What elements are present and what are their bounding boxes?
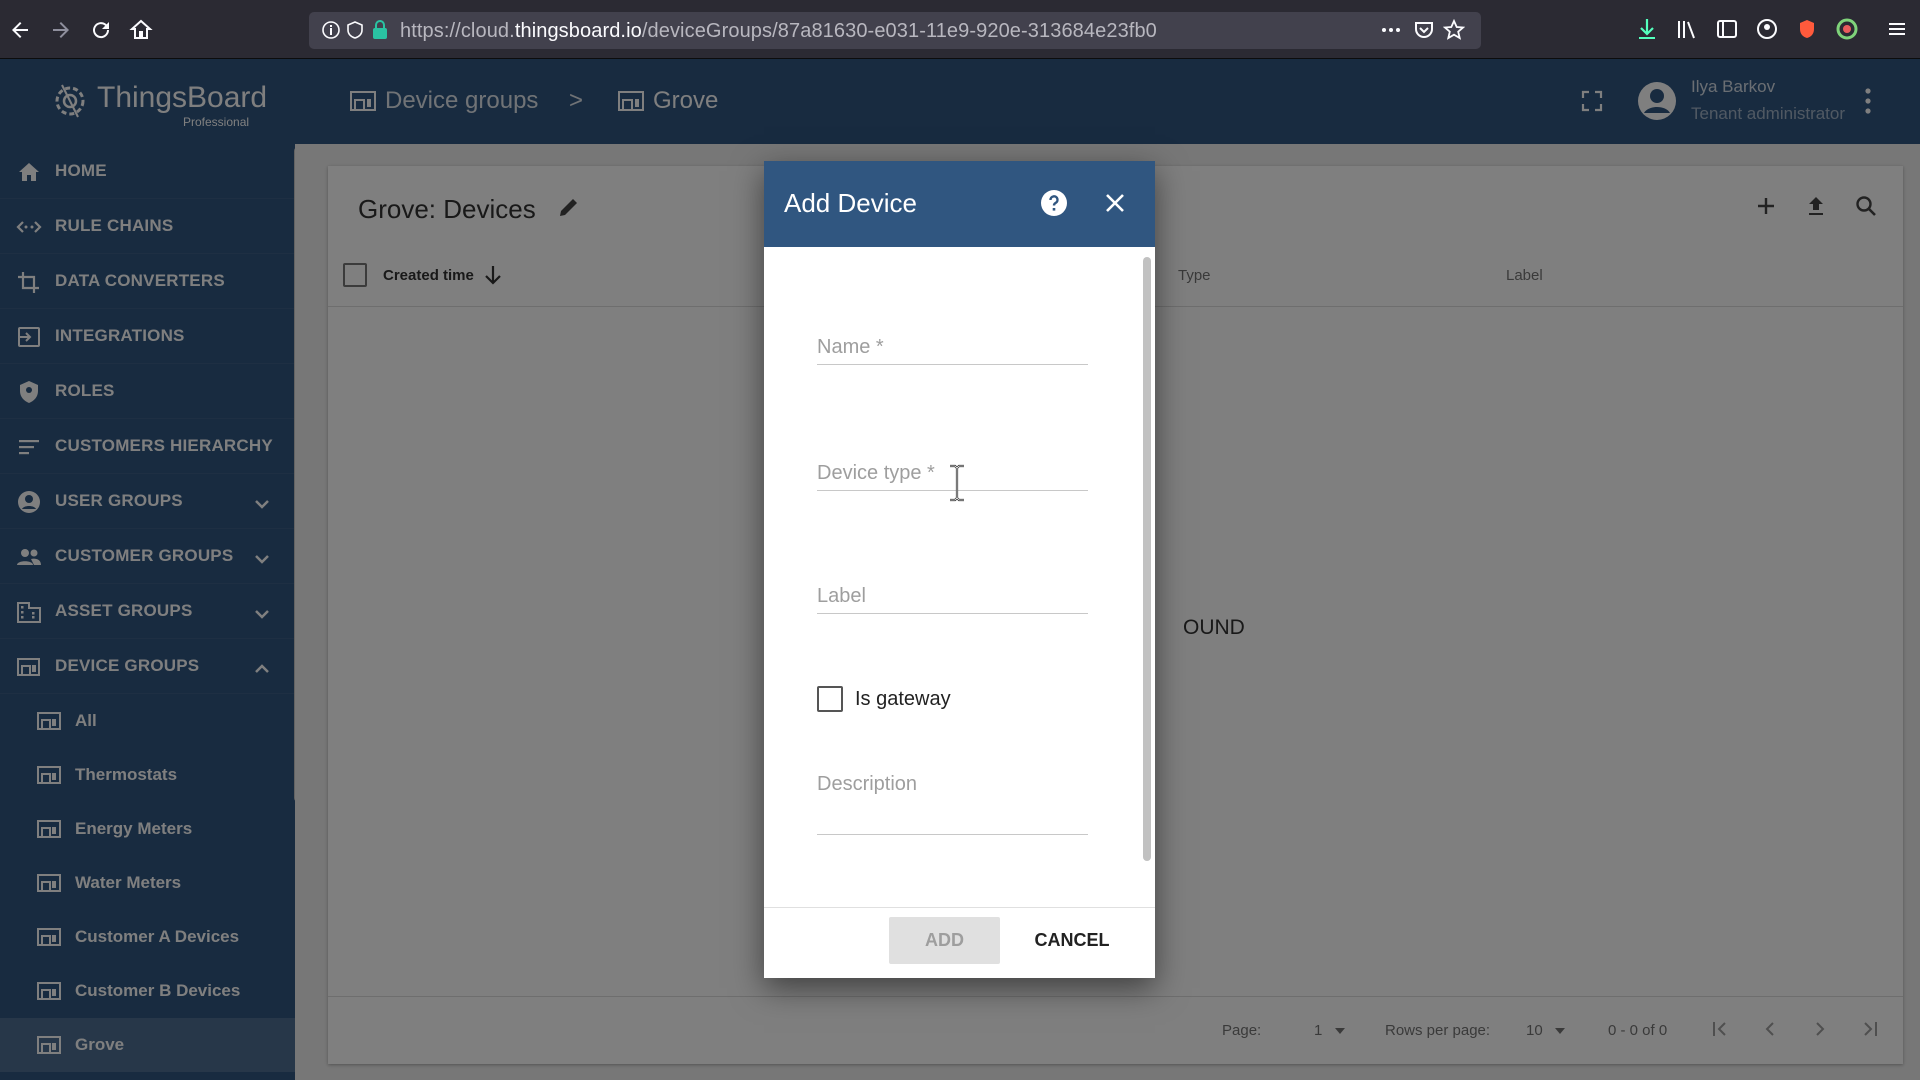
downloads-icon[interactable]	[1632, 14, 1662, 44]
tracking-shield-icon[interactable]	[345, 20, 365, 40]
home-page-icon[interactable]	[123, 12, 159, 48]
description-field[interactable]: Description	[817, 747, 1088, 835]
is-gateway-label: Is gateway	[855, 688, 951, 710]
dialog-scrollbar[interactable]	[1143, 257, 1151, 861]
url-domain: thingsboard.io	[514, 20, 642, 42]
dialog-actions: ADD CANCEL	[764, 907, 1155, 978]
menu-hamburger-icon[interactable]	[1882, 14, 1912, 44]
label-field[interactable]: Label	[817, 563, 1088, 614]
info-icon[interactable]	[321, 20, 341, 40]
help-icon[interactable]	[1040, 189, 1068, 217]
url-prefix: https://cloud.	[400, 20, 515, 42]
extension-shield-icon[interactable]	[1792, 14, 1822, 44]
name-field[interactable]: Name *	[817, 314, 1088, 365]
page-actions-icon[interactable]	[1379, 20, 1403, 40]
sidebar-toggle-icon[interactable]	[1712, 14, 1742, 44]
cancel-button[interactable]: CANCEL	[1022, 917, 1122, 964]
is-gateway-checkbox[interactable]: Is gateway	[817, 685, 1017, 715]
add-device-dialog: Add Device Name * Device type * Label Is…	[764, 161, 1155, 978]
library-icon[interactable]	[1672, 14, 1702, 44]
account-icon[interactable]	[1752, 14, 1782, 44]
dialog-header: Add Device	[764, 161, 1155, 247]
browser-toolbar: https://cloud.thingsboard.io/deviceGroup…	[0, 0, 1920, 59]
back-icon[interactable]	[2, 12, 38, 48]
dialog-title: Add Device	[784, 188, 917, 218]
close-icon[interactable]	[1104, 192, 1126, 214]
extension-color-icon[interactable]	[1832, 14, 1862, 44]
reload-icon[interactable]	[83, 12, 119, 48]
lock-icon[interactable]	[371, 20, 389, 40]
text-cursor-icon	[946, 463, 968, 503]
description-field-label: Description	[817, 773, 918, 795]
label-field-label: Label	[817, 585, 866, 607]
add-button[interactable]: ADD	[889, 917, 1000, 964]
forward-icon[interactable]	[43, 12, 79, 48]
name-field-label: Name *	[817, 336, 884, 358]
url-text[interactable]: https://cloud.thingsboard.io/deviceGroup…	[400, 20, 1157, 43]
url-path: /deviceGroups/87a81630-e031-11e9-920e-31…	[641, 20, 1157, 42]
dialog-body: Name * Device type * Label Is gateway De…	[764, 247, 1155, 894]
device-type-field-label: Device type *	[817, 462, 935, 484]
url-bar[interactable]: https://cloud.thingsboard.io/deviceGroup…	[309, 12, 1481, 49]
bookmark-star-icon[interactable]	[1443, 19, 1465, 41]
checkbox-box[interactable]	[817, 686, 843, 712]
pocket-icon[interactable]	[1413, 19, 1435, 41]
